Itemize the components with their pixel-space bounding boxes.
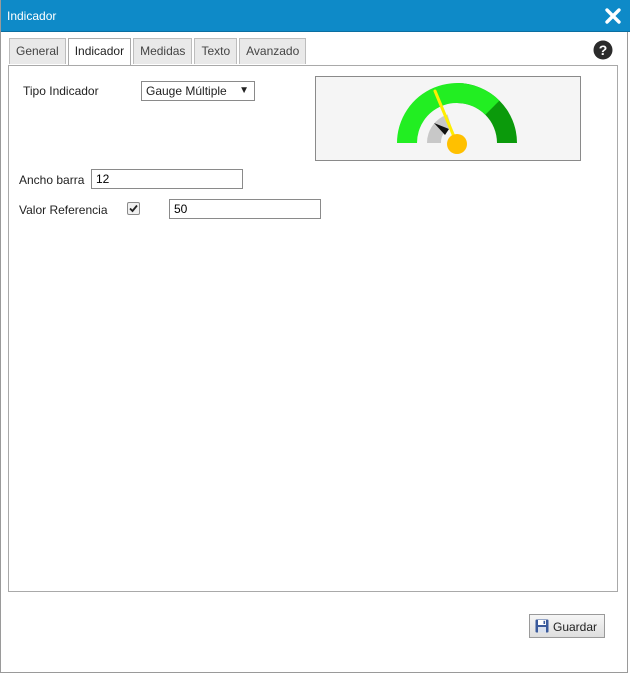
window-title: Indicador (7, 9, 57, 23)
ancho-barra-input[interactable] (91, 169, 243, 189)
dropdown-arrow-icon: ▼ (239, 85, 249, 96)
valor-referencia-checkbox[interactable] (127, 202, 140, 215)
valor-referencia-label: Valor Referencia (19, 203, 108, 217)
tab-bar: General Indicador Medidas Texto Avanzado (9, 38, 308, 66)
valor-referencia-input[interactable] (169, 199, 321, 219)
help-icon[interactable]: ? (593, 40, 613, 60)
gauge-bright-green-segment (397, 83, 500, 143)
tipo-indicador-value: Gauge Múltiple (146, 84, 227, 98)
tab-texto[interactable]: Texto (194, 38, 238, 64)
tab-medidas[interactable]: Medidas (133, 38, 193, 64)
tab-avanzado[interactable]: Avanzado (239, 38, 307, 64)
checkmark-icon (129, 204, 138, 213)
indicator-dialog: Indicador General Indicador Medidas Text… (0, 0, 630, 673)
tab-indicador[interactable]: Indicador (67, 38, 132, 66)
tab-general[interactable]: General (9, 38, 66, 64)
close-icon[interactable] (603, 6, 623, 26)
gauge-needle-hub (447, 134, 467, 154)
gauge-preview-graphic (397, 83, 517, 154)
svg-text:?: ? (599, 42, 608, 58)
save-button-label: Guardar (553, 620, 598, 634)
title-bar: Indicador (1, 0, 630, 32)
gauge-preview (315, 76, 581, 161)
tipo-indicador-label: Tipo Indicador (23, 84, 99, 98)
tipo-indicador-select[interactable]: Gauge Múltiple ▼ (141, 81, 255, 101)
floppy-disk-icon (535, 619, 549, 633)
save-button[interactable]: Guardar (529, 614, 605, 638)
ancho-barra-label: Ancho barra (19, 173, 85, 187)
